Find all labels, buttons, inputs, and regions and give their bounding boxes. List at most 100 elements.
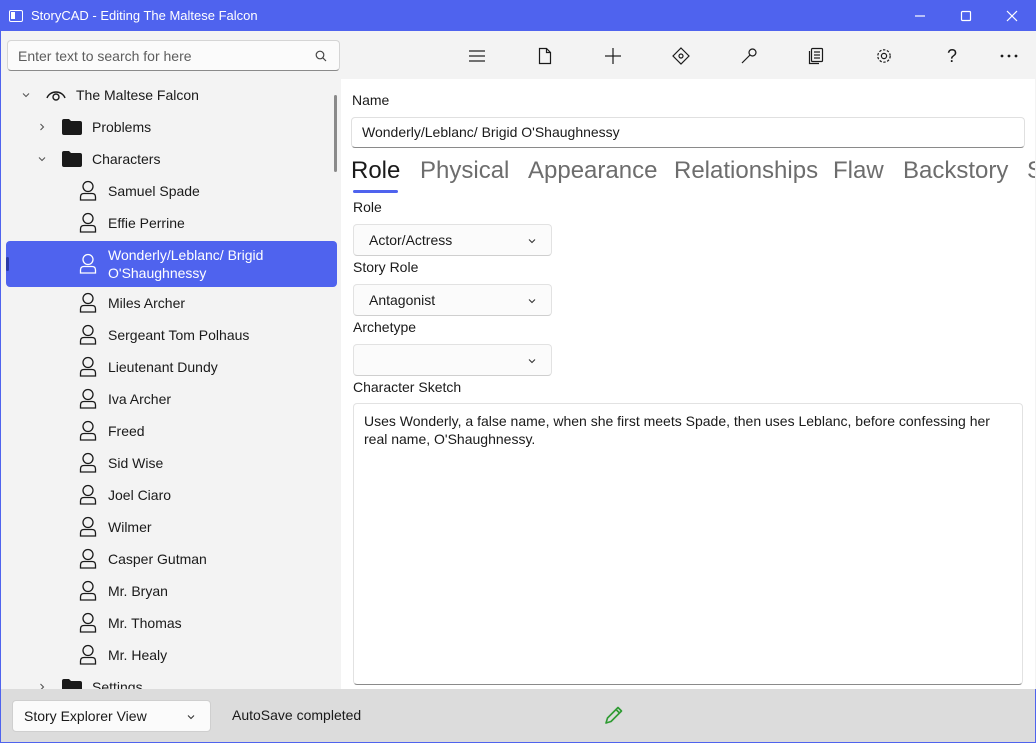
tab-flaw[interactable]: Flaw: [833, 157, 884, 185]
minimize-button[interactable]: [897, 0, 943, 31]
menu-button[interactable]: [464, 43, 490, 69]
close-icon: [1006, 10, 1018, 21]
chevron-down-icon: [528, 239, 536, 244]
story-explorer-panel: The Maltese Falcon Problems Characters S…: [0, 31, 341, 689]
person-icon: [79, 548, 97, 569]
person-icon: [79, 452, 97, 473]
person-icon: [79, 292, 97, 313]
chevron-right-icon[interactable]: [37, 122, 47, 132]
tree-node-character[interactable]: Iva Archer: [6, 383, 337, 415]
tree-node-label: Miles Archer: [108, 295, 186, 311]
help-icon: ?: [946, 45, 957, 66]
maximize-icon: [960, 10, 972, 21]
search-box[interactable]: [7, 40, 340, 71]
report-button[interactable]: [803, 43, 829, 69]
story-role-label: Story Role: [353, 259, 419, 275]
new-file-button[interactable]: [532, 43, 558, 69]
tree-node-character[interactable]: Casper Gutman: [6, 543, 337, 575]
name-field[interactable]: Wonderly/Leblanc/ Brigid O'Shaughnessy: [351, 117, 1025, 148]
tree-node-label: Samuel Spade: [108, 183, 200, 199]
tab-role[interactable]: Role: [351, 157, 400, 185]
tree-node-label: The Maltese Falcon: [76, 87, 199, 103]
tree-node-character[interactable]: Mr. Healy: [6, 639, 337, 671]
tree-node-character[interactable]: Freed: [6, 415, 337, 447]
move-button[interactable]: [668, 43, 694, 69]
chevron-down-icon[interactable]: [37, 154, 47, 164]
person-icon: [79, 212, 97, 233]
status-bar: Story Explorer View AutoSave completed: [0, 689, 1036, 743]
tree-node-label: Iva Archer: [108, 391, 172, 407]
tab-relationships[interactable]: Relationships: [674, 157, 818, 185]
maximize-button[interactable]: [943, 0, 989, 31]
tree-node-character[interactable]: Lieutenant Dundy: [6, 351, 337, 383]
tree-node-label: Sergeant Tom Polhaus: [108, 327, 250, 343]
chevron-down-icon[interactable]: [21, 90, 31, 100]
tree-node-root[interactable]: The Maltese Falcon: [6, 79, 337, 111]
tree-node-label: Wonderly/Leblanc/ Brigid O'Shaughnessy: [108, 247, 264, 281]
move-icon: [672, 47, 690, 65]
tree-node-character[interactable]: Effie Perrine: [6, 207, 337, 239]
minimize-icon: [915, 14, 925, 17]
tree-node-label: Characters: [92, 151, 161, 167]
tree-node-label: Problems: [92, 119, 152, 135]
tree-scrollbar[interactable]: [334, 95, 337, 172]
view-selector[interactable]: Story Explorer View: [12, 700, 211, 732]
help-button[interactable]: ?: [939, 43, 965, 69]
person-icon: [79, 580, 97, 601]
person-icon: [79, 420, 97, 441]
chevron-down-icon: [528, 359, 536, 364]
folder-icon: [62, 679, 82, 689]
role-dropdown[interactable]: Actor/Actress: [353, 224, 552, 256]
more-button[interactable]: [996, 43, 1022, 69]
tree-node-character[interactable]: Sergeant Tom Polhaus: [6, 319, 337, 351]
person-icon: [79, 516, 97, 537]
tree-node-label: Mr. Bryan: [108, 583, 168, 599]
chevron-right-icon[interactable]: [37, 682, 47, 689]
tree-node-character[interactable]: Joel Ciaro: [6, 479, 337, 511]
chevron-down-icon: [187, 715, 195, 720]
tree-node-character[interactable]: Wilmer: [6, 511, 337, 543]
more-icon: [1000, 54, 1018, 58]
character-sketch-textarea[interactable]: Uses Wonderly, a false name, when she fi…: [353, 403, 1023, 685]
menu-icon: [469, 50, 485, 62]
close-button[interactable]: [989, 0, 1035, 31]
tree-node-character[interactable]: Miles Archer: [6, 287, 337, 319]
person-icon: [79, 356, 97, 377]
tree-node-character[interactable]: Samuel Spade: [6, 175, 337, 207]
tree-node-character-selected[interactable]: Wonderly/Leblanc/ Brigid O'Shaughnessy: [6, 241, 337, 287]
tree-node-character[interactable]: Mr. Thomas: [6, 607, 337, 639]
story-overview-icon: [46, 91, 66, 101]
tree-node-label: Freed: [108, 423, 145, 439]
tree-node-characters[interactable]: Characters: [6, 143, 337, 175]
tab-backstory[interactable]: Backstory: [903, 157, 1008, 185]
tree-node-character[interactable]: Sid Wise: [6, 447, 337, 479]
role-value: Actor/Actress: [369, 232, 453, 248]
preferences-button[interactable]: [871, 43, 897, 69]
add-button[interactable]: [600, 43, 626, 69]
tools-button[interactable]: [736, 43, 762, 69]
tree-node-character[interactable]: Mr. Bryan: [6, 575, 337, 607]
character-editor: Name Wonderly/Leblanc/ Brigid O'Shaughne…: [341, 79, 1035, 689]
folder-icon: [62, 151, 82, 167]
tab-appearance[interactable]: Appearance: [528, 157, 657, 185]
tab-overflow[interactable]: S: [1027, 157, 1035, 185]
search-input[interactable]: [18, 47, 308, 64]
chevron-down-icon: [528, 299, 536, 304]
view-selector-value: Story Explorer View: [24, 708, 147, 724]
character-sketch-label: Character Sketch: [353, 379, 462, 395]
story-role-dropdown[interactable]: Antagonist: [353, 284, 552, 316]
search-icon[interactable]: [315, 50, 327, 62]
folder-icon: [62, 119, 82, 135]
autosave-status: AutoSave completed: [232, 707, 362, 723]
tab-physical[interactable]: Physical: [420, 157, 509, 185]
pencil-icon: [605, 706, 623, 724]
person-icon: [79, 484, 97, 505]
archetype-label: Archetype: [353, 319, 417, 335]
person-icon: [79, 644, 97, 665]
tree-node-problems[interactable]: Problems: [6, 111, 337, 143]
archetype-dropdown[interactable]: [353, 344, 552, 376]
title-bar: StoryCAD - Editing The Maltese Falcon: [0, 0, 1036, 31]
tree-node-settings[interactable]: Settings: [6, 671, 337, 689]
tree-node-label: Lieutenant Dundy: [108, 359, 218, 375]
tree-node-label: Joel Ciaro: [108, 487, 172, 503]
